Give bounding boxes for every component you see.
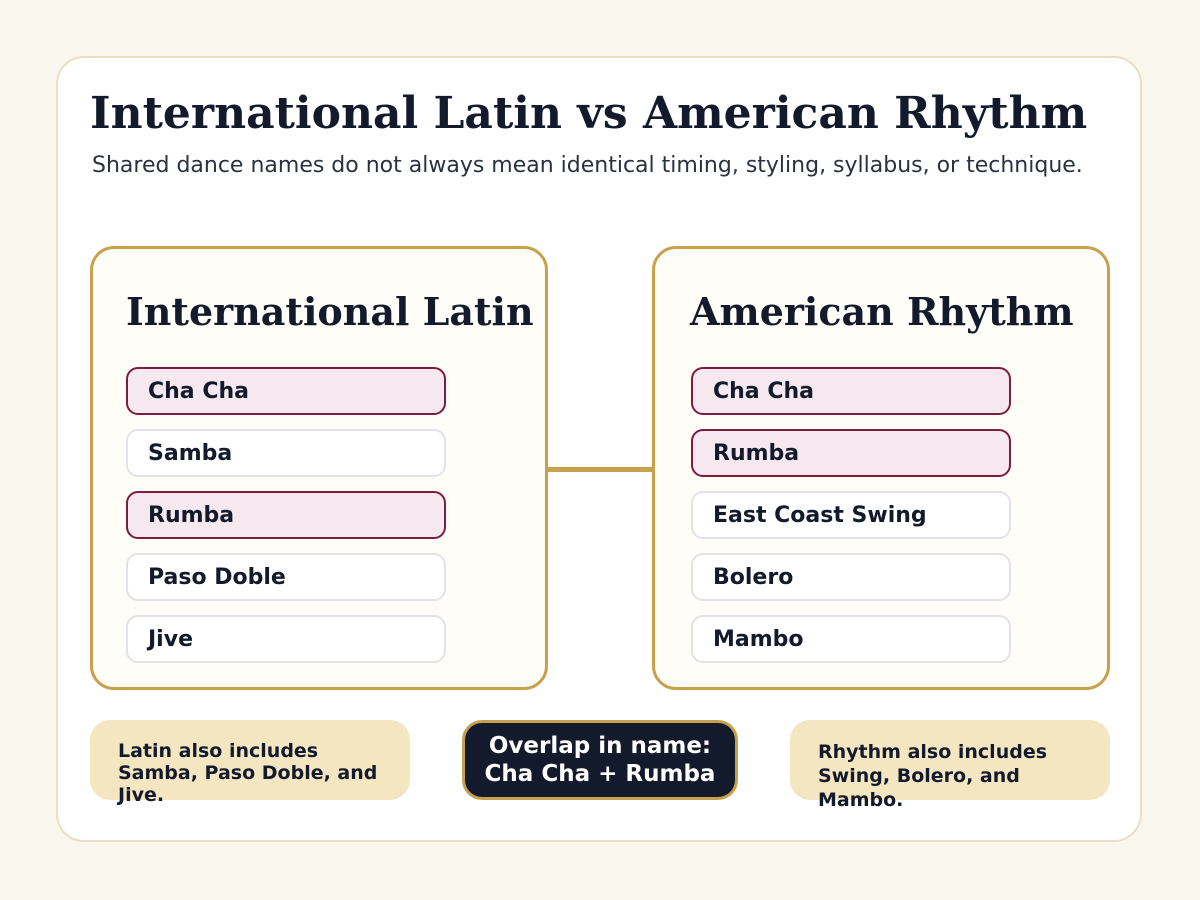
dance-list: Cha Cha Samba Rumba Paso Doble Jive [126,367,446,677]
dance-item: Cha Cha [691,367,1011,415]
dance-item: Jive [126,615,446,663]
dance-item: Rumba [126,491,446,539]
rhythm-note: Rhythm also includes Swing, Bolero, and … [790,720,1110,811]
dance-item: Paso Doble [126,553,446,601]
dance-list: Cha Cha Rumba East Coast Swing Bolero Ma… [691,367,1011,677]
overlap-line-2: Cha Cha + Rumba [484,761,716,787]
panel-international-latin: International Latin Cha Cha Samba Rumba … [90,246,548,690]
panel-title: American Rhythm [690,289,1074,334]
dance-item: Rumba [691,429,1011,477]
dance-item: Samba [126,429,446,477]
dance-item: Bolero [691,553,1011,601]
overlap-badge: Overlap in name: Cha Cha + Rumba [462,720,738,800]
latin-note: Latin also includes Samba, Paso Doble, a… [90,720,410,806]
panel-title: International Latin [126,289,534,334]
dance-item: East Coast Swing [691,491,1011,539]
panel-connector [548,467,652,472]
overlap-line-1: Overlap in name: [488,733,712,759]
dance-item: Mambo [691,615,1011,663]
panel-american-rhythm: American Rhythm Cha Cha Rumba East Coast… [652,246,1110,690]
page-title: International Latin vs American Rhythm [90,88,1088,139]
page-subtitle: Shared dance names do not always mean id… [92,153,1083,178]
dance-item: Cha Cha [126,367,446,415]
